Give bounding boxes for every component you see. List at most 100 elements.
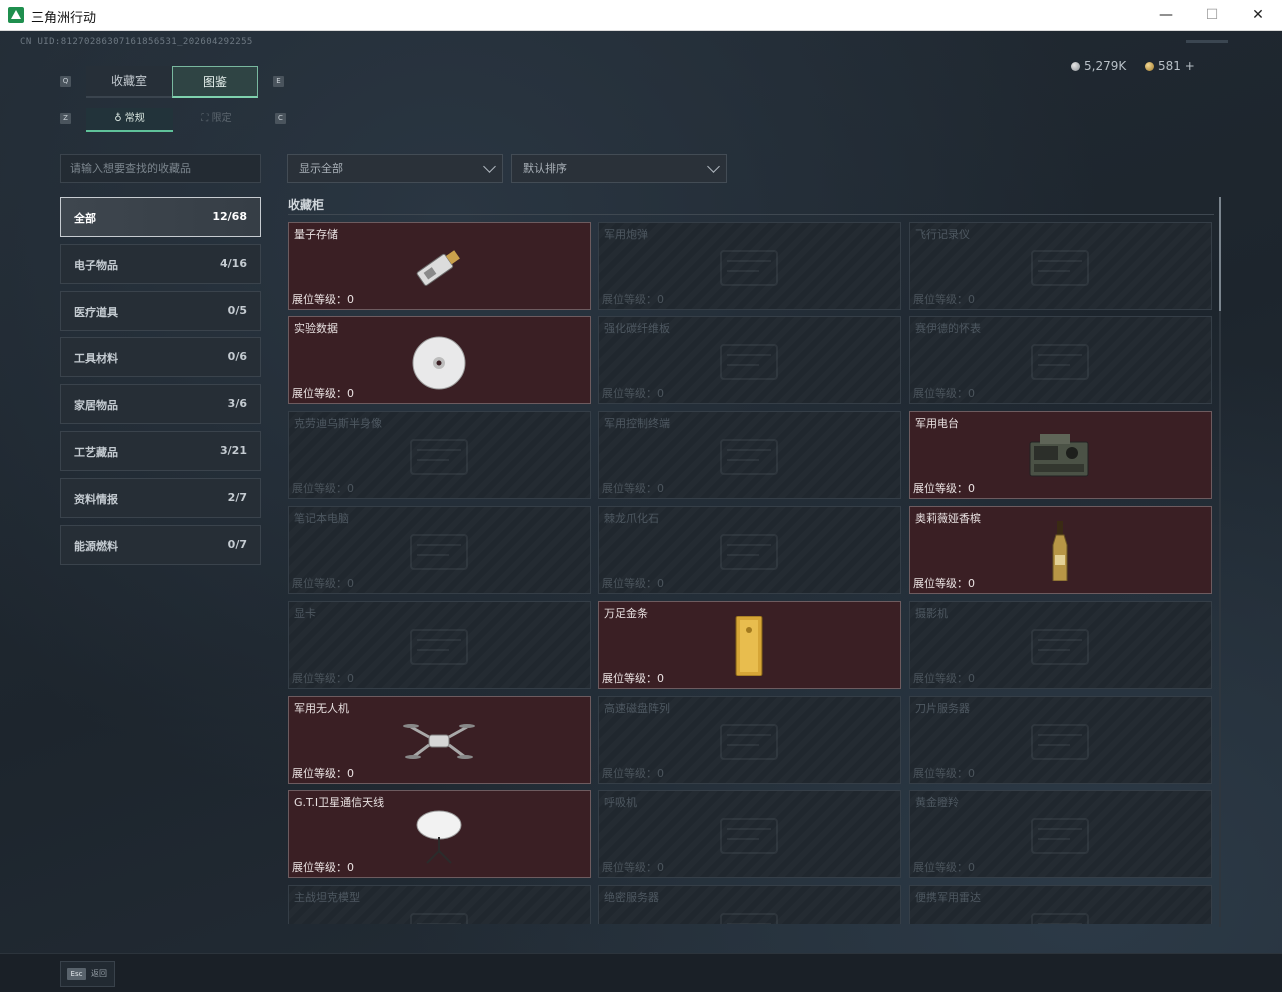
category-item[interactable]: 资料情报 2/7 bbox=[60, 478, 261, 518]
collectible-card[interactable]: 便携军用雷达展位等级：0 bbox=[909, 885, 1212, 924]
display-level: 展位等级：0 bbox=[602, 482, 664, 495]
collectible-name: 飞行记录仪 bbox=[915, 228, 970, 241]
gazelle-icon bbox=[1020, 805, 1100, 865]
chevron-down-icon bbox=[707, 160, 720, 173]
next-subtab-key-hint[interactable]: C bbox=[275, 113, 286, 124]
collectible-card[interactable]: 笔记本电脑 展位等级：0 bbox=[288, 506, 591, 594]
collectible-card[interactable]: 量子存储 展位等级：0 bbox=[288, 222, 591, 310]
section-title: 收藏柜 bbox=[288, 198, 325, 212]
collectible-card[interactable]: 呼吸机 展位等级：0 bbox=[598, 790, 901, 878]
collectible-card[interactable]: 刀片服务器 展位等级：0 bbox=[909, 696, 1212, 784]
bust-icon bbox=[399, 426, 479, 486]
silver-currency: 5,279K bbox=[1071, 59, 1126, 73]
server-icon bbox=[709, 900, 789, 924]
display-level: 展位等级：0 bbox=[602, 861, 664, 874]
prev-subtab-key-hint[interactable]: Z bbox=[60, 113, 71, 124]
collectible-card[interactable]: 军用电台展位等级：0 bbox=[909, 411, 1212, 499]
collectible-card[interactable]: 军用控制终端 展位等级：0 bbox=[598, 411, 901, 499]
display-level: 展位等级：0 bbox=[913, 482, 975, 495]
silver-coin-icon bbox=[1071, 62, 1080, 71]
fossil-icon bbox=[709, 521, 789, 581]
display-level: 展位等级：0 bbox=[292, 387, 354, 400]
minimize-button[interactable]: — bbox=[1143, 0, 1189, 31]
category-item[interactable]: 工具材料 0/6 bbox=[60, 337, 261, 377]
laptop-icon bbox=[399, 521, 479, 581]
collectible-name: 棘龙爪化石 bbox=[604, 512, 659, 525]
category-item[interactable]: 能源燃料 0/7 bbox=[60, 525, 261, 565]
blade-server-icon bbox=[1020, 711, 1100, 771]
collectible-card[interactable]: 绝密服务器展位等级：0 bbox=[598, 885, 901, 924]
collectible-card[interactable]: 奥莉薇娅香槟 展位等级：0 bbox=[909, 506, 1212, 594]
tab-collection-room[interactable]: 收藏室 bbox=[86, 66, 172, 98]
collectible-card[interactable]: 主战坦克模型展位等级：0 bbox=[288, 885, 591, 924]
maximize-button[interactable]: ☐ bbox=[1189, 0, 1235, 31]
gpu-icon bbox=[399, 616, 479, 676]
satellite-dish-icon bbox=[399, 805, 479, 865]
sort-order-dropdown[interactable]: 默认排序 bbox=[511, 154, 727, 183]
next-tab-key-hint[interactable]: E bbox=[273, 76, 284, 87]
collectible-card[interactable]: 实验数据 展位等级：0 bbox=[288, 316, 591, 404]
display-level: 展位等级：0 bbox=[602, 672, 664, 685]
close-button[interactable]: ✕ bbox=[1235, 0, 1281, 31]
collectible-card[interactable]: 军用炮弹 展位等级：0 bbox=[598, 222, 901, 310]
collectible-card[interactable]: 棘龙爪化石 展位等级：0 bbox=[598, 506, 901, 594]
category-label: 资料情报 bbox=[74, 493, 118, 506]
category-item[interactable]: 电子物品 4/16 bbox=[60, 244, 261, 284]
subtab-normal[interactable]: ♁ 常规 bbox=[86, 108, 173, 132]
gold-coin-icon bbox=[1145, 62, 1154, 71]
usb-drive-icon bbox=[399, 237, 479, 297]
collectible-name: 奥莉薇娅香槟 bbox=[915, 512, 981, 525]
collectible-card[interactable]: 摄影机 展位等级：0 bbox=[909, 601, 1212, 689]
radar-icon bbox=[1020, 900, 1100, 924]
category-item[interactable]: 工艺藏品 3/21 bbox=[60, 431, 261, 471]
collectible-name: 主战坦克模型 bbox=[294, 891, 360, 904]
category-item[interactable]: 家居物品 3/6 bbox=[60, 384, 261, 424]
collectible-card[interactable]: 高速磁盘阵列 展位等级：0 bbox=[598, 696, 901, 784]
collectible-card[interactable]: G.T.I卫星通信天线 展位等级：0 bbox=[288, 790, 591, 878]
bottom-bar: Esc 返回 bbox=[0, 953, 1282, 992]
subtab-limited[interactable]: ⛶ 限定 bbox=[173, 108, 260, 132]
flight-recorder-icon bbox=[1020, 237, 1100, 297]
carbon-plate-icon bbox=[709, 331, 789, 391]
back-button[interactable]: Esc 返回 bbox=[60, 961, 115, 987]
collectible-name: 军用控制终端 bbox=[604, 417, 670, 430]
gold-currency[interactable]: 581 + bbox=[1145, 59, 1195, 73]
category-count: 0/6 bbox=[227, 350, 247, 363]
display-level: 展位等级：0 bbox=[602, 767, 664, 780]
category-count: 0/7 bbox=[227, 538, 247, 551]
collectible-name: 军用电台 bbox=[915, 417, 959, 430]
tab-atlas[interactable]: 图鉴 bbox=[172, 66, 258, 98]
category-label: 全部 bbox=[74, 212, 96, 225]
collectible-grid: 量子存储 展位等级：0 军用炮弹 展位等级：0 飞行记录仪 展位等级：0 实验数据 展位等级：… bbox=[288, 221, 1214, 924]
category-label: 电子物品 bbox=[74, 259, 118, 272]
player-uid: CN UID:81270286307161856531_202604292255 bbox=[20, 37, 253, 47]
collectible-card[interactable]: 强化碳纤维板 展位等级：0 bbox=[598, 316, 901, 404]
display-filter-dropdown[interactable]: 显示全部 bbox=[287, 154, 503, 183]
collectible-card[interactable]: 显卡 展位等级：0 bbox=[288, 601, 591, 689]
display-level: 展位等级：0 bbox=[602, 293, 664, 306]
camera-icon bbox=[1020, 616, 1100, 676]
collectible-name: 摄影机 bbox=[915, 607, 948, 620]
pocket-watch-icon bbox=[1020, 331, 1100, 391]
collectible-name: G.T.I卫星通信天线 bbox=[294, 796, 385, 809]
collectible-card[interactable]: 黄金瞪羚 展位等级：0 bbox=[909, 790, 1212, 878]
collectible-card[interactable]: 军用无人机 展位等级：0 bbox=[288, 696, 591, 784]
collectible-search-input[interactable] bbox=[60, 154, 261, 183]
tank-icon bbox=[399, 900, 479, 924]
category-item[interactable]: 医疗道具 0/5 bbox=[60, 291, 261, 331]
category-label: 能源燃料 bbox=[74, 540, 118, 553]
display-level: 展位等级：0 bbox=[292, 672, 354, 685]
category-item[interactable]: 全部 12/68 bbox=[60, 197, 261, 237]
grid-scrollbar-thumb[interactable] bbox=[1219, 197, 1221, 311]
top-right-indicator bbox=[1186, 40, 1228, 43]
category-label: 工艺藏品 bbox=[74, 446, 118, 459]
collectible-card[interactable]: 飞行记录仪 展位等级：0 bbox=[909, 222, 1212, 310]
collectible-card[interactable]: 克劳迪乌斯半身像 展位等级：0 bbox=[288, 411, 591, 499]
category-count: 12/68 bbox=[212, 210, 247, 223]
display-level: 展位等级：0 bbox=[913, 577, 975, 590]
display-level: 展位等级：0 bbox=[292, 293, 354, 306]
prev-tab-key-hint[interactable]: Q bbox=[60, 76, 71, 87]
collectible-card[interactable]: 赛伊德的怀表 展位等级：0 bbox=[909, 316, 1212, 404]
disk-array-icon bbox=[709, 711, 789, 771]
collectible-card[interactable]: 万足金条 展位等级：0 bbox=[598, 601, 901, 689]
